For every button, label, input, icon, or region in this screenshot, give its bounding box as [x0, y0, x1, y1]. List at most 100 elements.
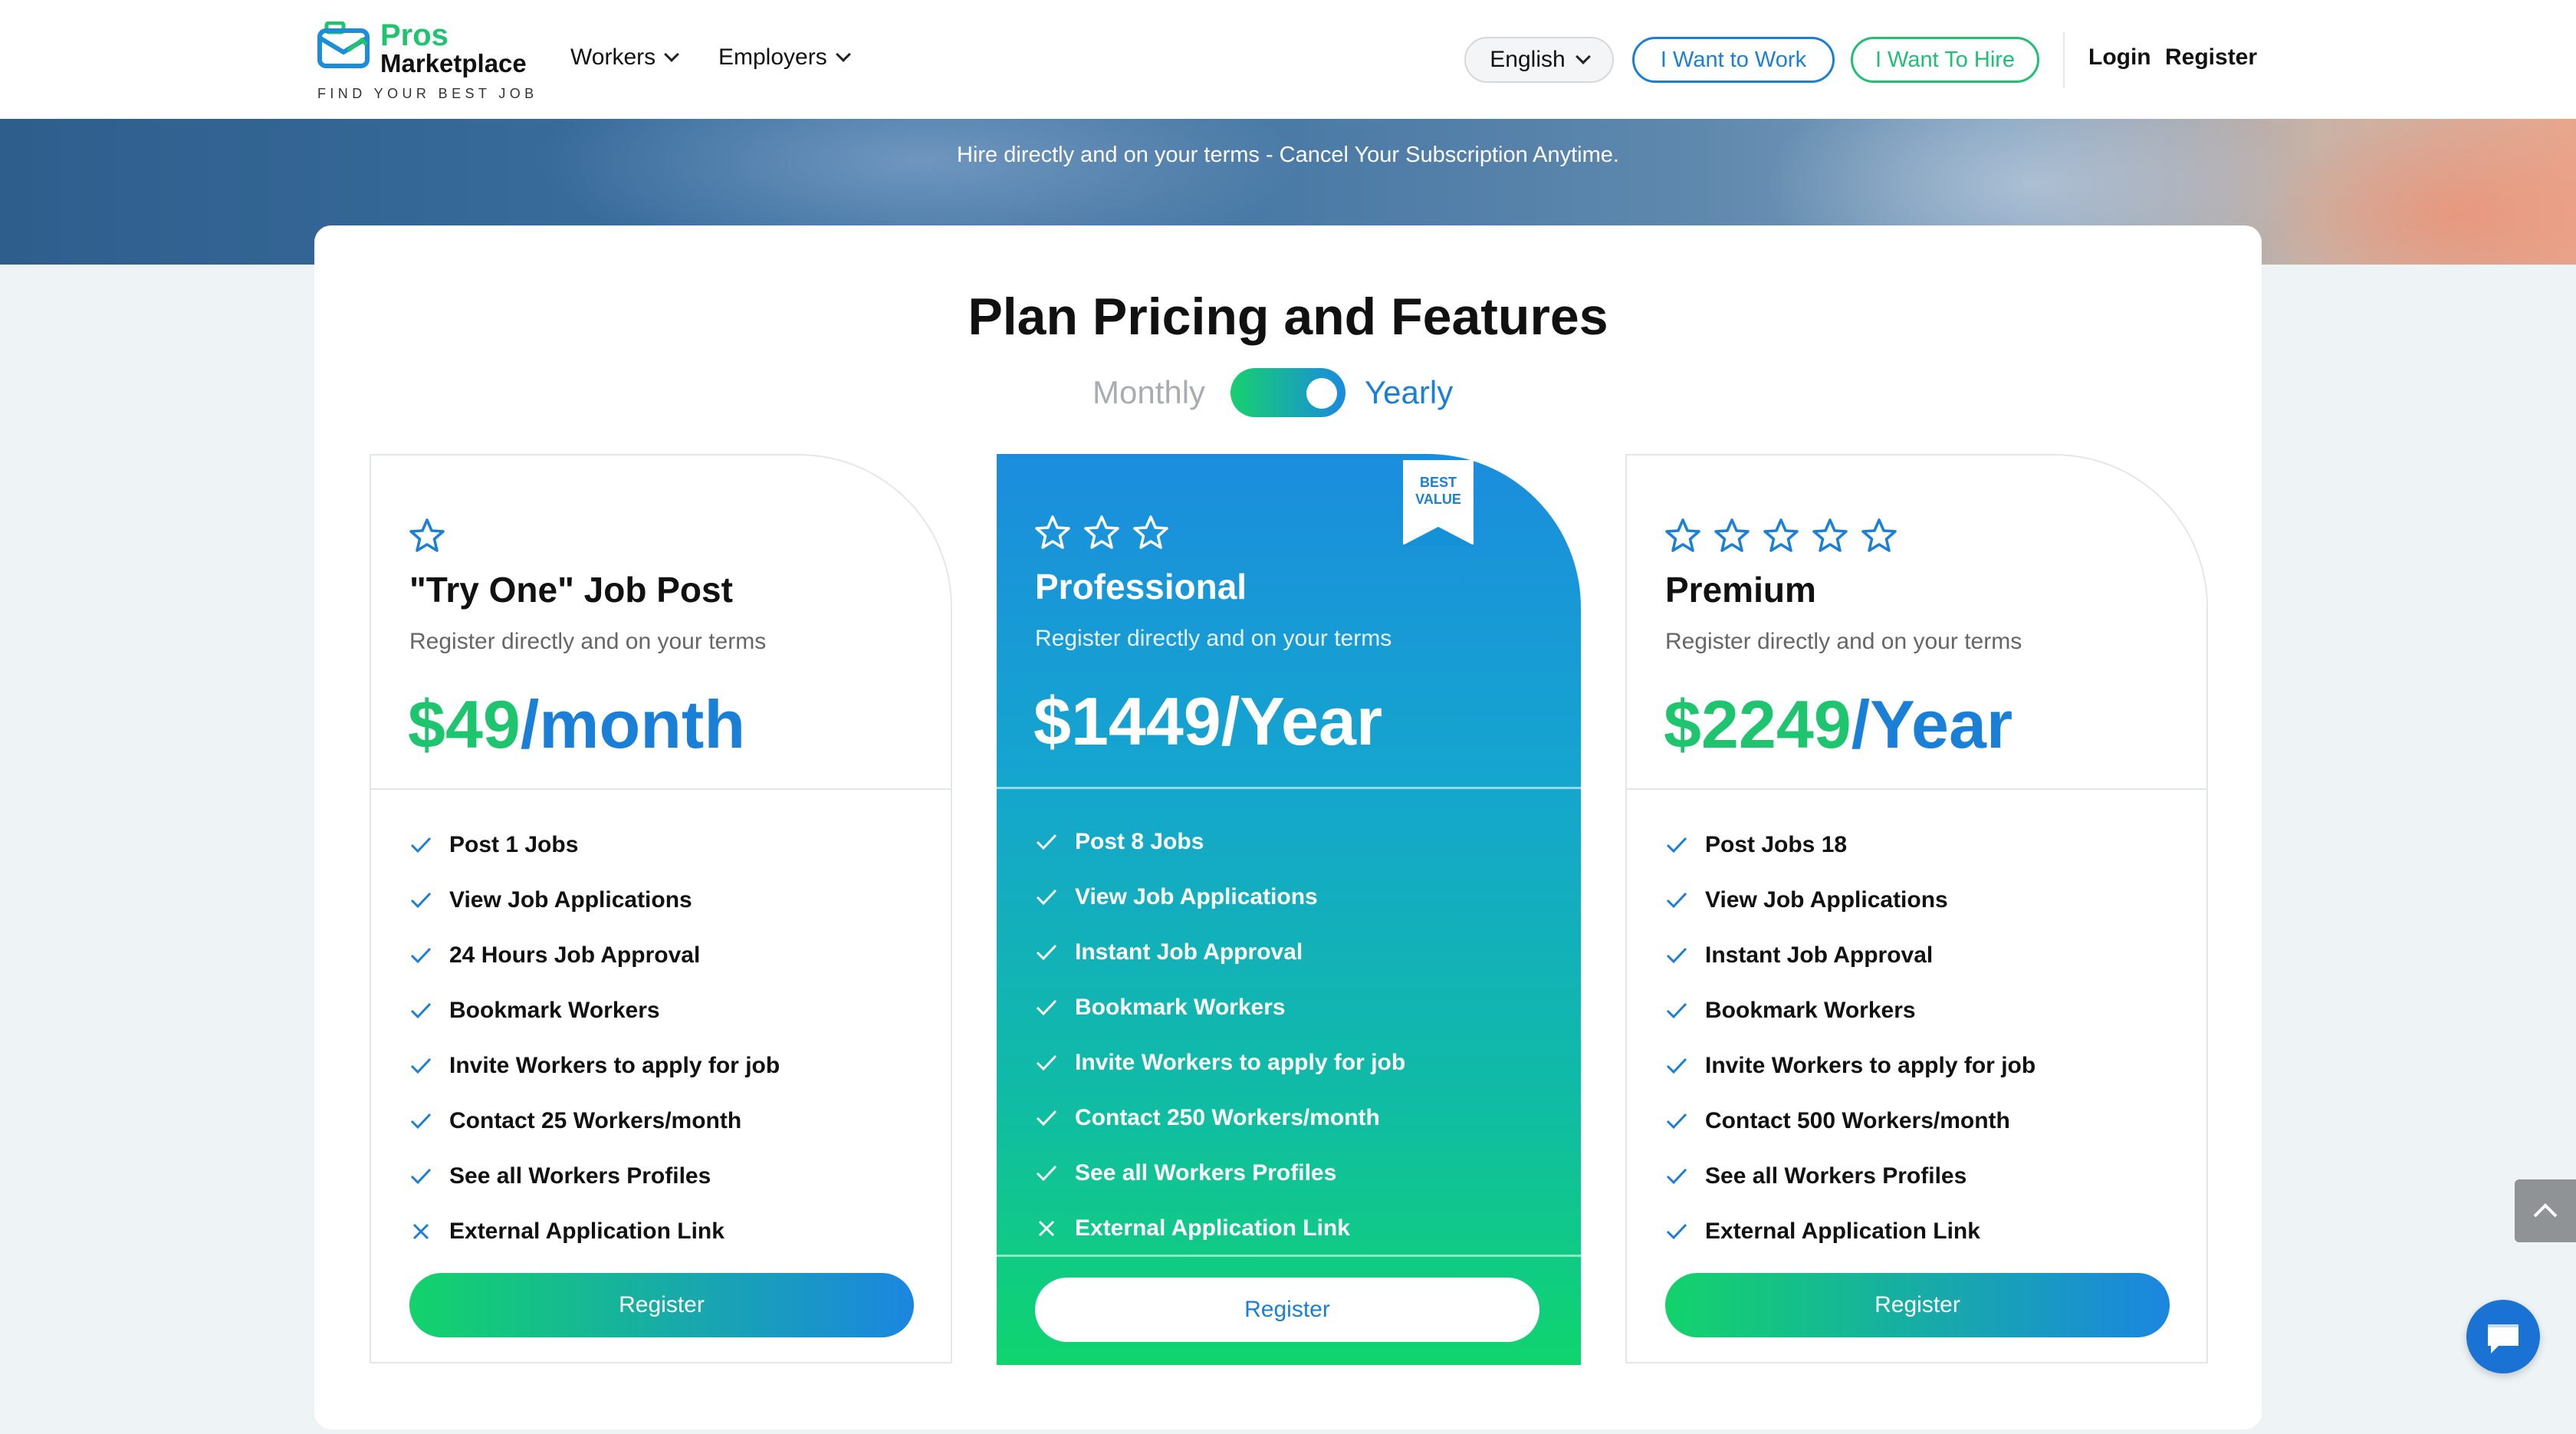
- plan-register-button[interactable]: Register: [1665, 1273, 2170, 1337]
- language-selector[interactable]: English: [1464, 37, 1614, 83]
- language-label: English: [1490, 47, 1566, 72]
- feature-label: Contact 25 Workers/month: [449, 1108, 742, 1133]
- toggle-yearly-label[interactable]: Yearly: [1365, 374, 1453, 411]
- plan-description: Register directly and on your terms: [409, 629, 767, 654]
- plan-name: "Try One" Job Post: [409, 570, 733, 610]
- check-icon: [1666, 947, 1687, 964]
- chevron-down-icon: [664, 47, 680, 62]
- feature-item: Invite Workers to apply for job: [1665, 1038, 2036, 1094]
- feature-label: See all Workers Profiles: [1075, 1160, 1337, 1186]
- check-icon: [1036, 1110, 1057, 1126]
- feature-label: Post Jobs 18: [1705, 832, 1848, 857]
- feature-item: See all Workers Profiles: [1035, 1146, 1405, 1201]
- feature-label: View Job Applications: [449, 887, 692, 913]
- feature-list: Post 8 Jobs View Job Applications Instant …: [1035, 814, 1405, 1256]
- plan-name: Professional: [1035, 567, 1247, 607]
- plan-header: "Try One" Job Post Register directly and…: [370, 454, 952, 790]
- chevron-down-icon: [835, 47, 851, 62]
- plan-card-premium: Premium Register directly and on your te…: [1625, 454, 2208, 1367]
- feature-label: External Application Link: [1075, 1215, 1350, 1241]
- feature-item: Instant Job Approval: [1035, 925, 1405, 980]
- plan-description: Register directly and on your terms: [1035, 626, 1392, 651]
- check-icon: [1666, 892, 1687, 909]
- plan-price: $49/month: [408, 686, 745, 764]
- nav-workers-dropdown[interactable]: Workers: [570, 44, 680, 71]
- plan-stars: [1664, 517, 1898, 555]
- star-icon: [1665, 518, 1700, 552]
- i-want-to-work-button[interactable]: I Want to Work: [1632, 37, 1835, 83]
- feature-item: Bookmark Workers: [1035, 980, 1405, 1035]
- nav-employers-dropdown[interactable]: Employers: [718, 44, 851, 71]
- toggle-monthly-label[interactable]: Monthly: [1092, 374, 1205, 411]
- site-header: Pros Marketplace FIND YOUR BEST JOB Work…: [0, 0, 2576, 119]
- plan-price-period: /month: [520, 686, 746, 762]
- nav-workers-label: Workers: [570, 44, 656, 70]
- check-icon: [410, 837, 432, 853]
- check-icon: [1666, 1168, 1687, 1185]
- i-want-to-hire-button[interactable]: I Want To Hire: [1851, 37, 2039, 83]
- check-icon: [1666, 1057, 1687, 1074]
- feature-label: Invite Workers to apply for job: [449, 1053, 780, 1078]
- best-value-label: BEST VALUE: [1415, 475, 1461, 507]
- scroll-to-top-button[interactable]: [2515, 1179, 2576, 1242]
- feature-item: Contact 500 Workers/month: [1665, 1094, 2036, 1149]
- plan-divider: [997, 1255, 1581, 1257]
- x-icon: [412, 1223, 429, 1240]
- feature-label: See all Workers Profiles: [449, 1163, 711, 1189]
- register-link[interactable]: Register: [2165, 44, 2257, 71]
- plan-divider: [997, 787, 1581, 789]
- chat-button[interactable]: [2466, 1300, 2540, 1373]
- plan-name: Premium: [1665, 570, 1816, 610]
- feature-list: Post Jobs 18 View Job Applications Instant…: [1665, 817, 2036, 1259]
- site-logo[interactable]: Pros Marketplace FIND YOUR BEST JOB: [316, 17, 538, 105]
- plan-features: Post Jobs 18 View Job Applications Instant…: [1625, 788, 2208, 1251]
- feature-label: Invite Workers to apply for job: [1075, 1050, 1406, 1075]
- star-icon: [1084, 515, 1119, 549]
- check-icon: [1036, 1165, 1057, 1182]
- nav-employers-label: Employers: [718, 44, 827, 70]
- feature-label: Instant Job Approval: [1075, 939, 1303, 965]
- feature-list: Post 1 Jobs View Job Applications 24 Hours…: [409, 817, 780, 1259]
- plan-stars: [1033, 514, 1170, 552]
- feature-label: Contact 500 Workers/month: [1705, 1108, 2010, 1133]
- check-icon: [410, 892, 432, 909]
- feature-item: View Job Applications: [1035, 870, 1405, 925]
- feature-item: Bookmark Workers: [1665, 983, 2036, 1038]
- chevron-up-icon: [2533, 1203, 2558, 1218]
- plan-register-button[interactable]: Register: [1035, 1278, 1539, 1342]
- feature-label: View Job Applications: [1705, 887, 1948, 913]
- check-icon: [410, 947, 432, 964]
- logo-text-pros: Pros: [380, 18, 449, 52]
- feature-label: 24 Hours Job Approval: [449, 942, 701, 968]
- feature-label: View Job Applications: [1075, 884, 1318, 909]
- feature-label: Instant Job Approval: [1705, 942, 1934, 968]
- check-icon: [410, 1002, 432, 1019]
- feature-item: See all Workers Profiles: [409, 1149, 780, 1204]
- feature-item: Invite Workers to apply for job: [409, 1038, 780, 1094]
- plan-description: Register directly and on your terms: [1665, 629, 2022, 654]
- star-icon: [1714, 518, 1750, 552]
- star-icon: [409, 518, 445, 552]
- star-icon: [1763, 518, 1799, 552]
- feature-label: Post 8 Jobs: [1075, 829, 1204, 854]
- plan-register-button[interactable]: Register: [409, 1273, 914, 1337]
- chevron-down-icon: [1575, 49, 1591, 64]
- feature-label: Invite Workers to apply for job: [1705, 1053, 2036, 1078]
- toggle-knob: [1306, 378, 1337, 409]
- feature-item: Bookmark Workers: [409, 983, 780, 1038]
- feature-label: Contact 250 Workers/month: [1075, 1105, 1380, 1130]
- hero-image-highlight: [2262, 115, 2576, 265]
- check-icon: [1036, 834, 1057, 850]
- chat-icon: [2488, 1323, 2518, 1353]
- plan-stars: [408, 517, 446, 555]
- plan-price-period: /Year: [1851, 686, 2013, 762]
- feature-item: See all Workers Profiles: [1665, 1149, 2036, 1204]
- plan-header: Premium Register directly and on your te…: [1625, 454, 2208, 790]
- login-link[interactable]: Login: [2088, 44, 2151, 71]
- briefcase-logo-icon: [317, 21, 370, 68]
- feature-item: Post Jobs 18: [1665, 817, 2036, 873]
- star-icon: [1133, 515, 1168, 549]
- feature-item: Post 8 Jobs: [1035, 814, 1405, 870]
- plan-card-try-one: "Try One" Job Post Register directly and…: [370, 454, 952, 1367]
- plan-card-professional: BEST VALUE Professional Register directl…: [997, 454, 1581, 1365]
